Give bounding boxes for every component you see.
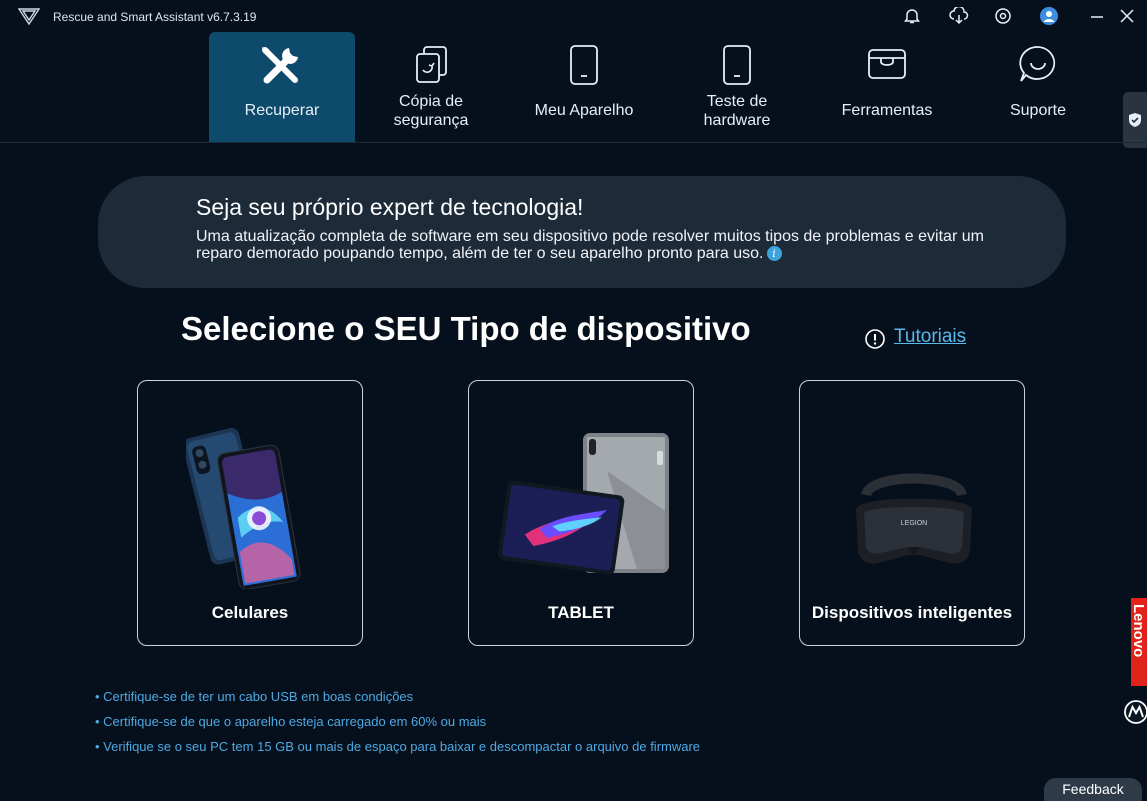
list-item: • Certifique-se de ter um cabo USB em bo… xyxy=(95,689,414,704)
smartphones-image xyxy=(186,427,301,589)
app-logo-icon xyxy=(18,8,40,25)
list-item: • Certifique-se de que o aparelho esteja… xyxy=(95,714,487,729)
tab-label: Teste de hardware xyxy=(703,93,771,129)
toolbox-icon xyxy=(868,49,906,79)
tutorials-link[interactable]: Tutoriais xyxy=(894,326,966,348)
nav-divider xyxy=(0,142,1147,143)
tab-teste-hardware[interactable]: Teste de hardware xyxy=(664,32,810,142)
settings-circle-icon[interactable] xyxy=(994,7,1012,25)
feedback-button[interactable]: Feedback xyxy=(1044,778,1142,801)
app-title: Rescue and Smart Assistant v6.7.3.19 xyxy=(53,10,257,24)
chat-support-icon xyxy=(1019,46,1056,82)
banner-title: Seja seu próprio expert de tecnologia! xyxy=(196,194,584,220)
user-avatar-icon[interactable] xyxy=(1040,7,1058,25)
tab-label: Recuperar xyxy=(244,102,320,119)
close-icon[interactable] xyxy=(1119,7,1135,25)
tab-suporte[interactable]: Suporte xyxy=(965,32,1111,142)
cloud-download-icon[interactable] xyxy=(949,7,969,25)
lenovo-label: Lenovo xyxy=(1130,604,1147,658)
info-icon[interactable]: i xyxy=(766,246,782,262)
promo-banner: Seja seu próprio expert de tecnologia! U… xyxy=(98,176,1066,288)
headset-brand-text: LEGION xyxy=(901,520,927,527)
minimize-icon[interactable] xyxy=(1090,7,1104,25)
card-celulares[interactable]: Celulares xyxy=(137,380,363,646)
shield-icon xyxy=(1129,113,1141,127)
info-circle-icon xyxy=(865,329,885,349)
tab-recuperar[interactable]: Recuperar xyxy=(209,32,355,142)
card-label: Dispositivos inteligentes xyxy=(811,603,1013,622)
motorola-logo-icon[interactable] xyxy=(1124,700,1147,724)
card-label: Celulares xyxy=(211,603,289,622)
card-dispositivos-inteligentes[interactable]: LEGION Dispositivos inteligentes xyxy=(799,380,1025,646)
tab-label: Ferramentas xyxy=(841,102,933,119)
tips-list: • Certifique-se de ter um cabo USB em bo… xyxy=(95,688,700,763)
list-item: • Verifique se o seu PC tem 15 GB ou mai… xyxy=(95,739,701,754)
tab-meu-aparelho[interactable]: Meu Aparelho xyxy=(511,32,657,142)
tablet-image xyxy=(497,433,669,575)
tab-backup[interactable]: Cópia de segurança xyxy=(358,32,504,142)
tab-ferramentas[interactable]: Ferramentas xyxy=(814,32,960,142)
tab-label: Meu Aparelho xyxy=(534,102,634,119)
title-bar: Rescue and Smart Assistant v6.7.3.19 xyxy=(0,0,1147,32)
bell-icon[interactable] xyxy=(904,7,920,25)
phone-test-icon xyxy=(723,45,751,85)
vr-headset-image: LEGION xyxy=(856,473,972,564)
card-tablet[interactable]: TABLET xyxy=(468,380,694,646)
main-nav: Recuperar Cópia de segurança Meu Aparelh… xyxy=(0,32,1147,148)
tab-label: Suporte xyxy=(1009,102,1067,119)
banner-text: Uma atualização completa de software em … xyxy=(196,228,984,262)
phone-icon xyxy=(570,45,598,85)
side-panel-toggle[interactable] xyxy=(1123,92,1147,148)
tab-label: Cópia de segurança xyxy=(393,93,469,129)
wrench-screwdriver-icon xyxy=(262,47,298,84)
backup-copy-icon xyxy=(416,46,447,83)
card-label: TABLET xyxy=(548,603,614,622)
page-heading: Selecione o SEU Tipo de dispositivo xyxy=(181,310,751,347)
